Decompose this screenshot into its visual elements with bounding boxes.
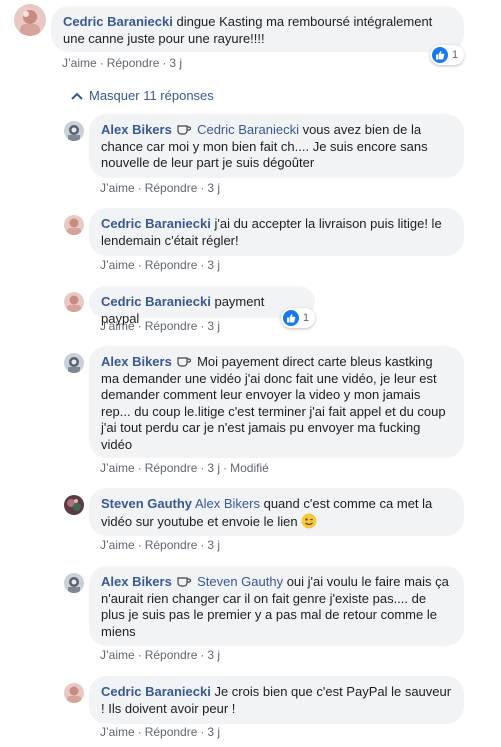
reply-button[interactable]: Répondre xyxy=(145,319,198,333)
like-button[interactable]: J’aime xyxy=(100,319,135,333)
reply-actions: J’aime · Répondre · 3 j xyxy=(100,648,221,662)
timestamp[interactable]: 3 j xyxy=(207,258,220,272)
cup-icon xyxy=(177,125,192,135)
reply-bubble: Alex Bikers Steven Gauthy oui j'ai voulu… xyxy=(89,566,464,646)
avatar-alex[interactable] xyxy=(64,353,84,373)
avatar-cedric[interactable] xyxy=(64,292,84,312)
reply-bubble: Cedric Baraniecki j'ai du accepter la li… xyxy=(89,208,464,256)
mention[interactable]: Steven Gauthy xyxy=(197,574,283,589)
like-button[interactable]: J’aime xyxy=(100,258,135,272)
reaction-count[interactable]: 1 xyxy=(281,308,316,328)
like-icon xyxy=(283,310,299,326)
avatar-cedric[interactable] xyxy=(14,4,46,36)
comment-bubble: Cedric Baraniecki dingue Kasting ma remb… xyxy=(51,6,464,52)
reaction-count[interactable]: 1 xyxy=(430,45,465,65)
reply-author[interactable]: Alex Bikers xyxy=(101,354,172,369)
reply-author[interactable]: Steven Gauthy xyxy=(101,496,192,511)
timestamp[interactable]: 3 j xyxy=(207,725,220,739)
reply-button[interactable]: Répondre xyxy=(145,461,198,475)
reply-actions: J’aime · Répondre · 3 j · Modifié xyxy=(100,461,269,475)
avatar-alex[interactable] xyxy=(64,573,84,593)
edited-label[interactable]: Modifié xyxy=(230,461,269,475)
reply-bubble: Alex Bikers Moi payement direct carte bl… xyxy=(89,346,464,458)
mention[interactable]: Alex Bikers xyxy=(195,496,260,511)
avatar-cedric[interactable] xyxy=(64,683,84,703)
cup-icon xyxy=(177,577,192,587)
like-button[interactable]: J’aime xyxy=(100,461,135,475)
reply-bubble: Alex Bikers Cedric Baraniecki vous avez … xyxy=(89,114,464,178)
reply-button[interactable]: Répondre xyxy=(145,538,198,552)
chevron-up-icon xyxy=(71,92,83,100)
reply-button[interactable]: Répondre xyxy=(145,725,198,739)
like-button[interactable]: J’aime xyxy=(100,181,135,195)
cup-icon xyxy=(177,357,192,367)
timestamp[interactable]: 3 j xyxy=(207,648,220,662)
avatar-steven[interactable] xyxy=(64,495,84,515)
comment-actions: J’aime · Répondre · 3 j xyxy=(62,56,183,70)
avatar-alex[interactable] xyxy=(64,121,84,141)
timestamp[interactable]: 3 j xyxy=(169,56,182,70)
reply-actions: J’aime · Répondre · 3 j xyxy=(100,319,221,333)
like-button[interactable]: J’aime xyxy=(100,538,135,552)
like-icon xyxy=(432,47,448,63)
wink-emoji-icon xyxy=(301,513,317,528)
like-button[interactable]: J’aime xyxy=(100,725,135,739)
timestamp[interactable]: 3 j xyxy=(207,538,220,552)
reply-author[interactable]: Cedric Baraniecki xyxy=(101,684,211,699)
reply-bubble: Cedric Baraniecki Je crois bien que c'es… xyxy=(89,676,464,724)
timestamp[interactable]: 3 j xyxy=(207,319,220,333)
reply-author[interactable]: Cedric Baraniecki xyxy=(101,294,211,309)
like-button[interactable]: J’aime xyxy=(62,56,97,70)
like-button[interactable]: J’aime xyxy=(100,648,135,662)
mention[interactable]: Cedric Baraniecki xyxy=(197,122,299,137)
reply-actions: J’aime · Répondre · 3 j xyxy=(100,725,221,739)
reply-author[interactable]: Alex Bikers xyxy=(101,574,172,589)
reply-author[interactable]: Cedric Baraniecki xyxy=(101,216,211,231)
reply-bubble: Steven Gauthy Alex Bikers quand c'est co… xyxy=(89,488,464,536)
timestamp[interactable]: 3 j xyxy=(207,461,220,475)
reply-actions: J’aime · Répondre · 3 j xyxy=(100,258,221,272)
reply-actions: J’aime · Répondre · 3 j xyxy=(100,538,221,552)
avatar-cedric[interactable] xyxy=(64,215,84,235)
reply-author[interactable]: Alex Bikers xyxy=(101,122,172,137)
reply-actions: J’aime · Répondre · 3 j xyxy=(100,181,221,195)
reply-button[interactable]: Répondre xyxy=(107,56,160,70)
timestamp[interactable]: 3 j xyxy=(207,181,220,195)
comment-author[interactable]: Cedric Baraniecki xyxy=(63,14,173,29)
reply-button[interactable]: Répondre xyxy=(145,181,198,195)
hide-replies-link[interactable]: Masquer 11 réponses xyxy=(71,88,214,103)
reply-button[interactable]: Répondre xyxy=(145,648,198,662)
reply-button[interactable]: Répondre xyxy=(145,258,198,272)
